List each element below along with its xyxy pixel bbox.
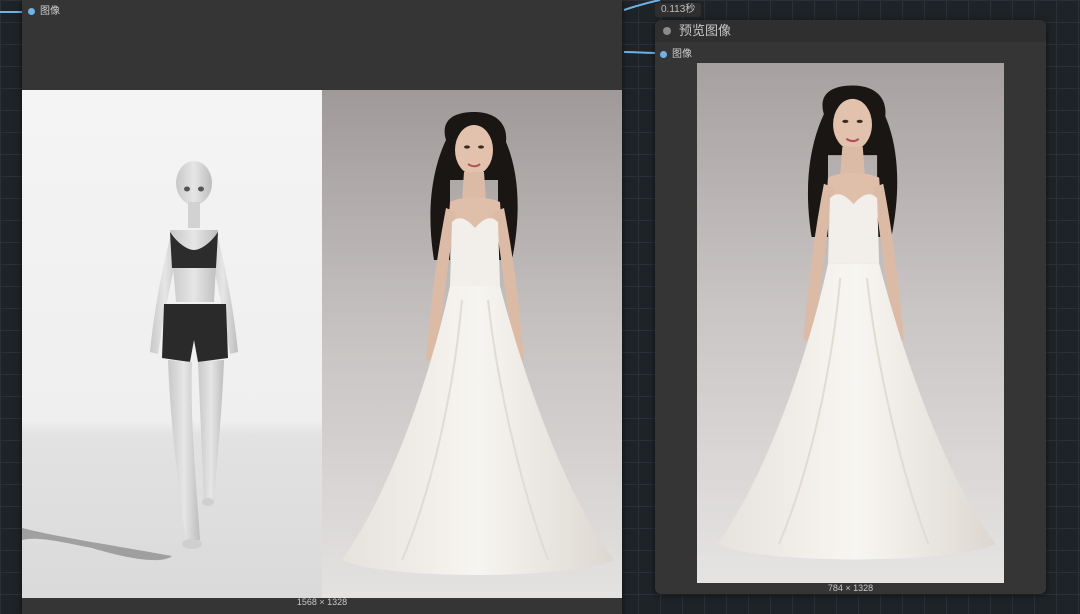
reference-photo-image xyxy=(322,90,622,598)
preview-image-dimensions: 784 × 1328 xyxy=(827,583,874,593)
pose-render-image xyxy=(22,90,322,598)
preview-node-title-bar[interactable]: 预览图像 xyxy=(655,20,1046,42)
output-slot[interactable]: 图像 xyxy=(28,6,60,18)
left-image-node[interactable]: 图像 1568 × 1328 xyxy=(22,0,622,614)
preview-image-node[interactable]: 预览图像 图像 784 × 1328 xyxy=(655,20,1046,594)
input-slot-dot[interactable] xyxy=(660,51,667,58)
left-image-dimensions: 1568 × 1328 xyxy=(296,597,348,607)
output-slot-label: 图像 xyxy=(40,6,60,17)
preview-output-image xyxy=(697,63,1004,583)
input-slot-label: 图像 xyxy=(672,49,692,60)
preview-node-title: 预览图像 xyxy=(679,23,732,38)
execution-time-badge: 0.113秒 xyxy=(655,3,702,17)
output-slot-dot[interactable] xyxy=(28,8,35,15)
collapse-dot-icon[interactable] xyxy=(663,27,671,35)
input-slot[interactable]: 图像 xyxy=(660,49,692,61)
